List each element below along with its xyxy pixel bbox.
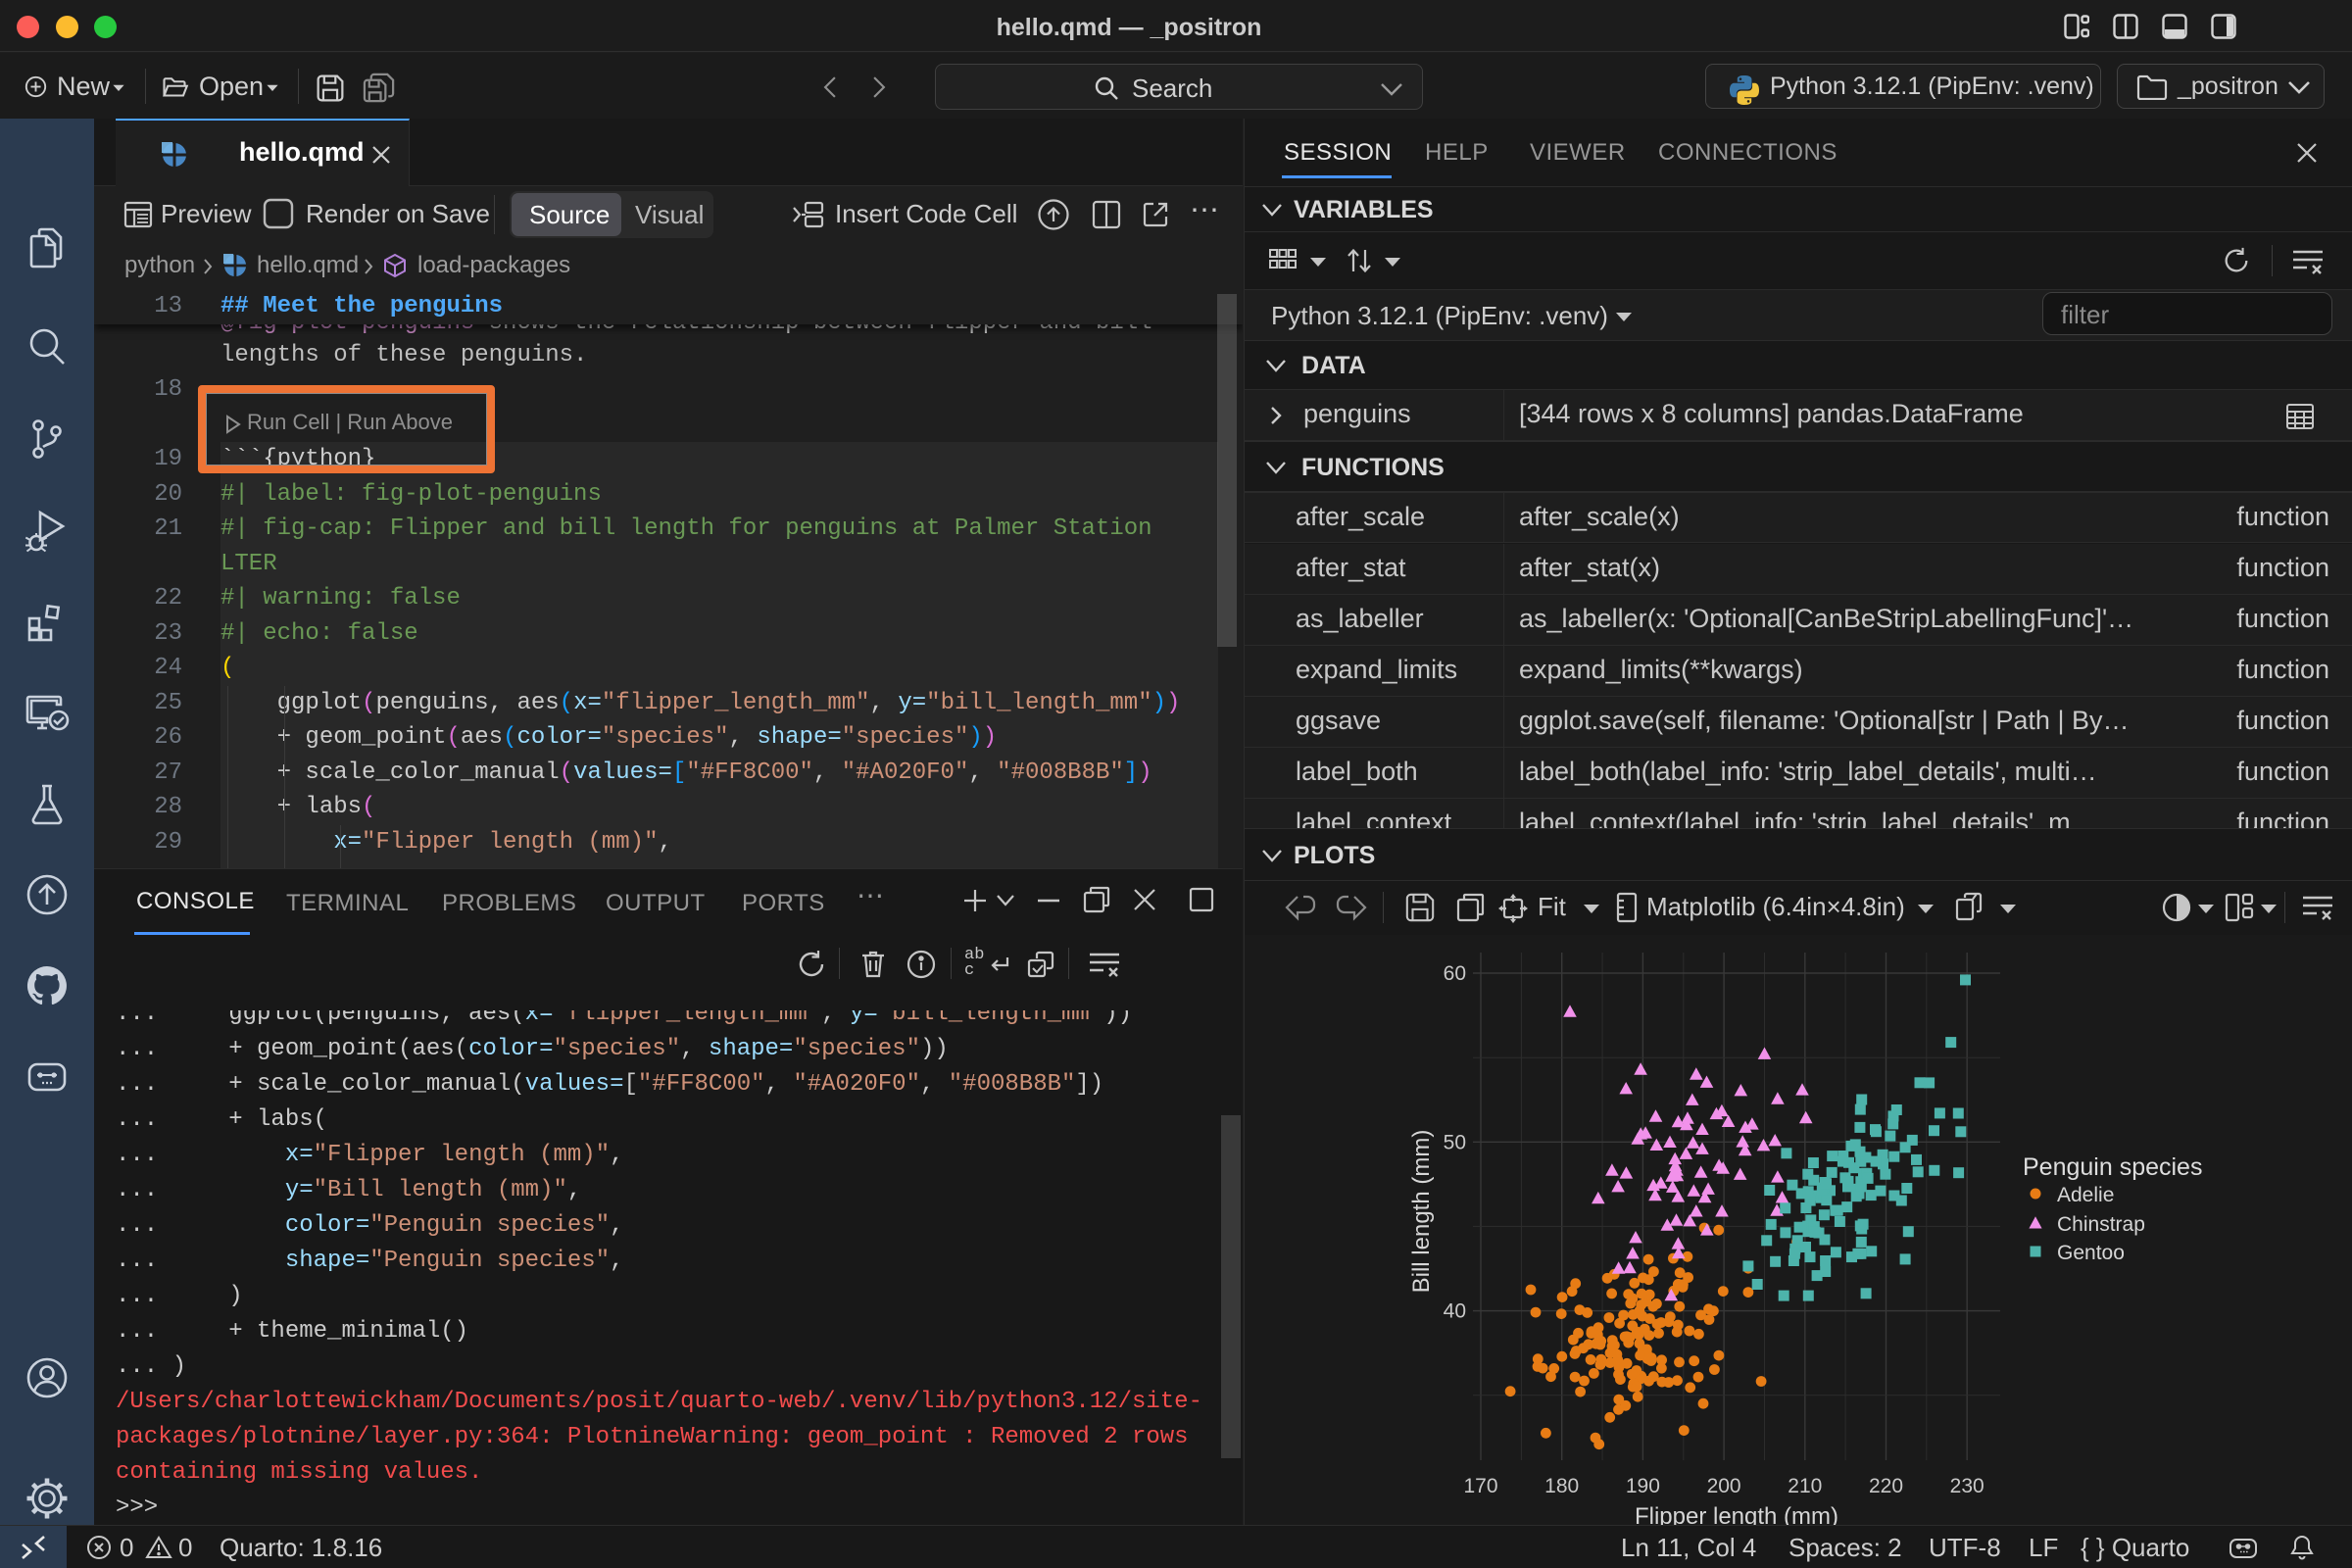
svg-text:Adelie: Adelie (2057, 1184, 2114, 1206)
svg-text:Bill length (mm): Bill length (mm) (1408, 1130, 1435, 1294)
svg-text:170: 170 (1463, 1475, 1497, 1497)
svg-text:Flipper length (mm): Flipper length (mm) (1635, 1503, 1838, 1525)
svg-text:60: 60 (1444, 962, 1466, 985)
svg-text:Chinstrap: Chinstrap (2057, 1213, 2145, 1236)
svg-text:180: 180 (1544, 1475, 1579, 1497)
svg-text:40: 40 (1444, 1300, 1466, 1323)
svg-text:190: 190 (1626, 1475, 1660, 1497)
svg-text:200: 200 (1707, 1475, 1741, 1497)
svg-text:210: 210 (1788, 1475, 1822, 1497)
svg-text:Penguin species: Penguin species (2023, 1153, 2202, 1181)
svg-text:50: 50 (1444, 1131, 1466, 1153)
svg-text:Gentoo: Gentoo (2057, 1242, 2125, 1264)
svg-text:230: 230 (1950, 1475, 1984, 1497)
svg-text:220: 220 (1869, 1475, 1903, 1497)
